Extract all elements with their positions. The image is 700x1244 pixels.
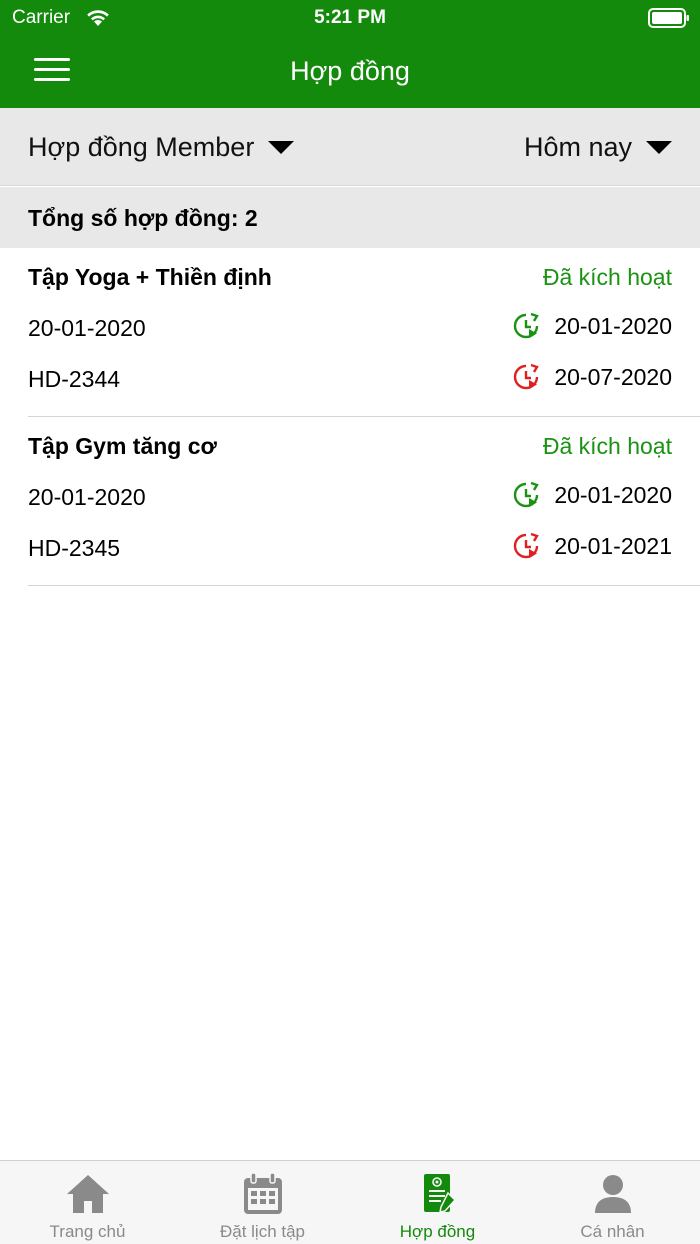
- date-range-dropdown[interactable]: Hôm nay: [524, 132, 672, 163]
- contract-status: Đã kích hoạt: [542, 264, 672, 290]
- tab-home-label: Trang chủ: [49, 1222, 126, 1241]
- summary-bar: Tổng số hợp đồng: 2: [0, 187, 700, 248]
- clock: 5:21 PM: [314, 7, 386, 28]
- contract-type-dropdown[interactable]: Hợp đồng Member: [28, 132, 295, 163]
- contract-code: HD-2345: [28, 535, 121, 561]
- tab-contracts-label: Hợp đồng: [399, 1222, 476, 1241]
- tab-profile[interactable]: Cá nhân: [525, 1161, 700, 1244]
- contract-end-date: 20-01-2021: [554, 532, 672, 559]
- battery-icon: [648, 8, 689, 28]
- contract-code: HD-2344: [28, 366, 121, 392]
- tab-contracts[interactable]: Hợp đồng: [350, 1161, 525, 1244]
- contract-start-date: 20-01-2020: [554, 481, 672, 508]
- person-icon: [595, 1175, 631, 1213]
- caret-down-icon: [268, 141, 295, 154]
- contract-icon: [424, 1174, 457, 1213]
- filter-bar: Hợp đồng Member Hôm nay: [0, 108, 700, 186]
- contract-start: 20-01-2020: [512, 312, 672, 340]
- tab-profile-label: Cá nhân: [580, 1222, 645, 1241]
- top-bar: Carrier 5:21 PM Hợp đồng: [0, 0, 700, 108]
- status-bar: Carrier 5:21 PM: [0, 0, 700, 36]
- contract-name: Tập Gym tăng cơ: [28, 433, 217, 459]
- contract-card[interactable]: Tập Gym tăng cơ Đã kích hoạt 20-01-2020 …: [0, 417, 700, 586]
- start-clock-icon: [514, 312, 540, 339]
- contract-created-date: 20-01-2020: [28, 315, 146, 341]
- total-contracts-label: Tổng số hợp đồng: 2: [28, 205, 258, 231]
- contract-start-date: 20-01-2020: [554, 312, 672, 339]
- page-title: Hợp đồng: [290, 56, 410, 86]
- contract-created-date: 20-01-2020: [28, 484, 146, 510]
- contract-card[interactable]: Tập Yoga + Thiền định Đã kích hoạt 20-01…: [0, 248, 700, 417]
- contract-start: 20-01-2020: [512, 481, 672, 509]
- home-icon: [67, 1175, 109, 1213]
- end-clock-icon: [514, 532, 540, 559]
- contract-list: Tập Yoga + Thiền định Đã kích hoạt 20-01…: [0, 248, 700, 586]
- end-clock-icon: [514, 363, 540, 390]
- calendar-icon: [244, 1172, 282, 1214]
- start-clock-icon: [514, 481, 540, 508]
- contract-end: 20-01-2021: [512, 532, 672, 560]
- date-range-label: Hôm nay: [523, 132, 632, 162]
- navigation-bar: Hợp đồng: [0, 36, 700, 108]
- tab-bar: Trang chủ Đặt lịch tập Hợp đồng Cá nhân: [0, 1160, 700, 1244]
- contract-end-date: 20-07-2020: [554, 363, 672, 390]
- tab-booking[interactable]: Đặt lịch tập: [175, 1161, 350, 1244]
- tab-booking-label: Đặt lịch tập: [219, 1222, 306, 1241]
- caret-down-icon: [646, 141, 672, 154]
- contract-name: Tập Yoga + Thiền định: [28, 264, 272, 290]
- contract-type-label: Hợp đồng Member: [28, 132, 255, 162]
- contract-status: Đã kích hoạt: [542, 433, 672, 459]
- contract-end: 20-07-2020: [512, 363, 672, 391]
- tab-home[interactable]: Trang chủ: [0, 1161, 175, 1244]
